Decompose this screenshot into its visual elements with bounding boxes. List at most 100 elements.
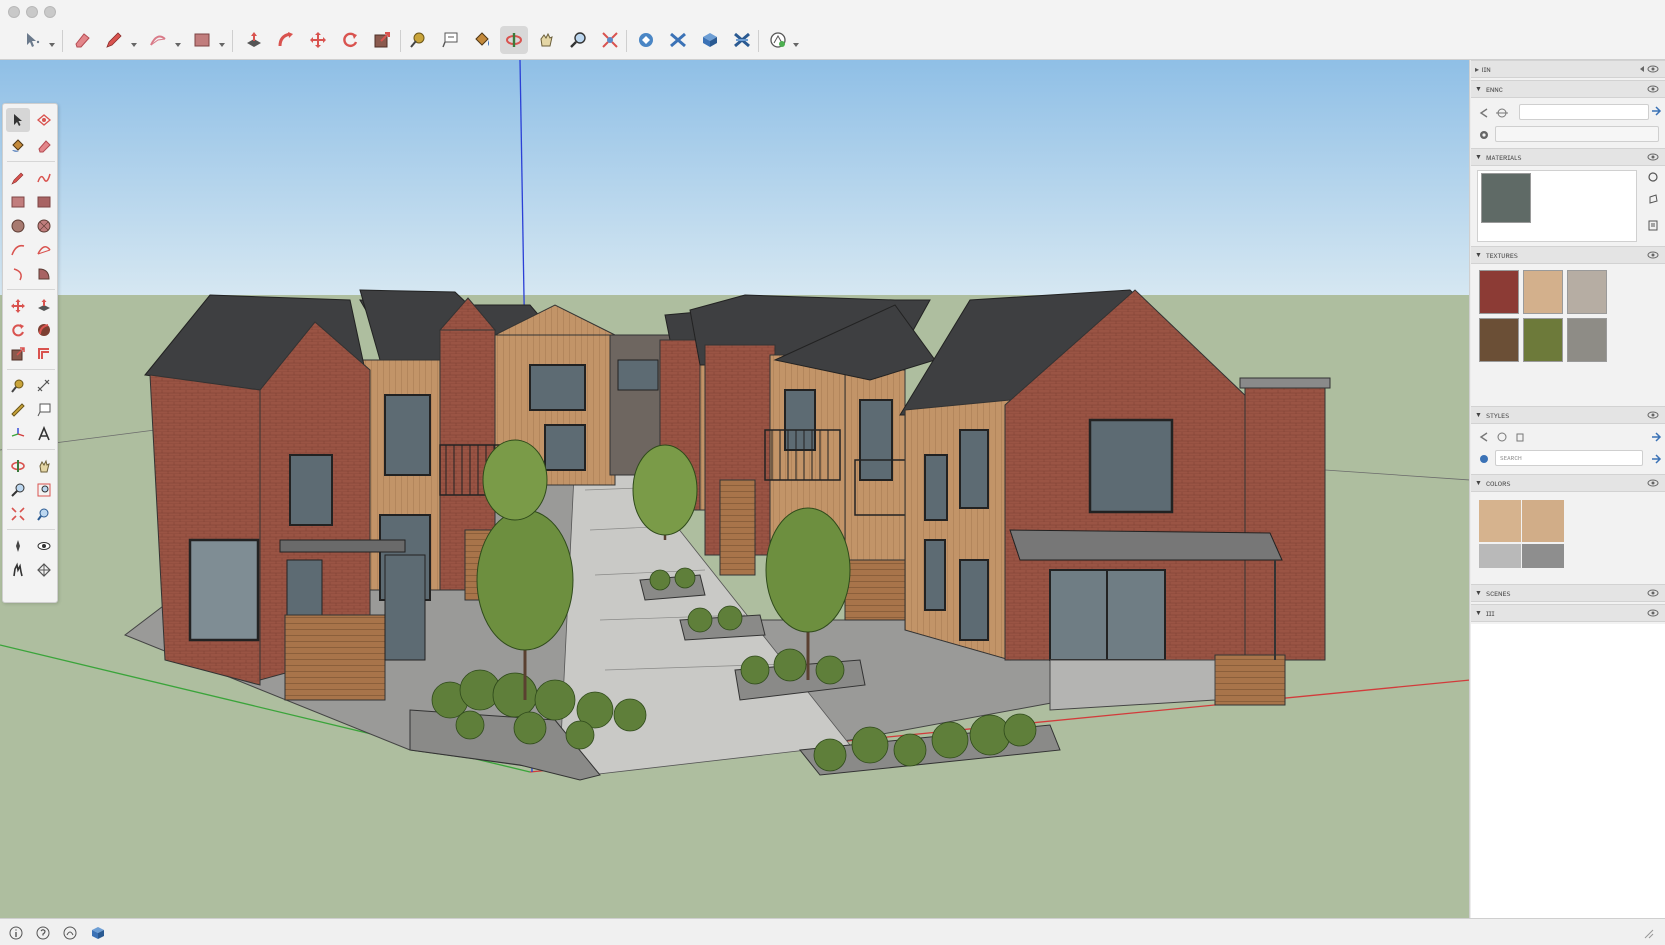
- move-tool[interactable]: [304, 26, 332, 54]
- palette-freehand-tool[interactable]: [32, 166, 56, 190]
- palette-3d-text-tool[interactable]: [32, 422, 56, 446]
- styles-panel-header[interactable]: ▼ ꜱᴛʏʟᴇꜱ: [1471, 406, 1665, 424]
- palette-pan-tool[interactable]: [32, 454, 56, 478]
- eraser-tool[interactable]: [68, 26, 96, 54]
- materials-panel-header[interactable]: ▼ ᴍᴀᴛᴇʀɪᴀʟꜱ: [1471, 148, 1665, 166]
- palette-dimension-tool[interactable]: [32, 374, 56, 398]
- palette-rectangle-tool[interactable]: [6, 190, 30, 214]
- palette-axes-tool[interactable]: [6, 422, 30, 446]
- select-tool[interactable]: [18, 26, 46, 54]
- palette-protractor-tool[interactable]: [6, 398, 30, 422]
- palette-two-point-arc-tool[interactable]: [32, 238, 56, 262]
- rotate-tool[interactable]: [336, 26, 364, 54]
- material-swatch[interactable]: [1523, 318, 1563, 362]
- palette-paint-bucket-tool[interactable]: [6, 134, 30, 158]
- palette-zoom-extents-tool[interactable]: [6, 502, 30, 526]
- zoom-tool[interactable]: [564, 26, 592, 54]
- palette-pie-tool[interactable]: [32, 262, 56, 286]
- rectangle-dropdown-chevron-icon[interactable]: [218, 36, 226, 47]
- palette-rotated-rectangle-tool[interactable]: [32, 190, 56, 214]
- info-icon[interactable]: [8, 925, 24, 941]
- follow-me-tool[interactable]: [272, 26, 300, 54]
- material-swatch[interactable]: [1479, 270, 1519, 314]
- entity-info-eye-icon[interactable]: [1647, 84, 1659, 96]
- rectangle-tool[interactable]: [188, 26, 216, 54]
- color-swatch[interactable]: [1479, 500, 1521, 542]
- styles-forward-icon[interactable]: [1495, 430, 1509, 444]
- current-material-swatch[interactable]: [1481, 173, 1531, 223]
- zoom-window-button[interactable]: [44, 6, 56, 18]
- palette-orbit-tool[interactable]: [6, 454, 30, 478]
- help-icon[interactable]: [35, 925, 51, 941]
- materials-eye-icon[interactable]: [1647, 152, 1659, 164]
- model-icon[interactable]: [90, 925, 106, 941]
- palette-move-tool[interactable]: [6, 294, 30, 318]
- colors-eye-icon[interactable]: [1647, 478, 1659, 490]
- palette-text-tool[interactable]: [32, 398, 56, 422]
- palette-scale-tool[interactable]: [6, 342, 30, 366]
- entity-info-panel-header[interactable]: ▼ ᴇɴɴᴄ: [1471, 80, 1665, 98]
- resize-grip-icon[interactable]: [1640, 925, 1656, 941]
- geolocation-dropdown-chevron-icon[interactable]: [792, 36, 800, 47]
- styles-home-icon[interactable]: [1477, 452, 1491, 466]
- color-swatch[interactable]: [1522, 544, 1564, 568]
- entity-name-field[interactable]: [1519, 104, 1649, 120]
- palette-offset-tool[interactable]: [32, 342, 56, 366]
- target-icon[interactable]: [1495, 106, 1509, 120]
- material-swatch[interactable]: [1567, 270, 1607, 314]
- palette-polygon-tool[interactable]: [32, 214, 56, 238]
- pencil-tool[interactable]: [100, 26, 128, 54]
- sample-paint-icon[interactable]: [1646, 170, 1660, 184]
- tray-visibility-eye-icon[interactable]: [1647, 64, 1659, 76]
- color-swatch[interactable]: [1479, 544, 1521, 568]
- townhouse-scene[interactable]: [0, 60, 1470, 918]
- material-edit-icon[interactable]: [1646, 192, 1660, 206]
- textures-panel-header[interactable]: ▼ ᴛᴇxᴛᴜʀᴇꜱ: [1471, 246, 1665, 264]
- palette-look-around-tool[interactable]: [32, 534, 56, 558]
- entity-layer-field[interactable]: [1495, 126, 1659, 142]
- palette-tape-measure-tool[interactable]: [6, 374, 30, 398]
- palette-push-pull-tool[interactable]: [32, 294, 56, 318]
- palette-position-camera-tool[interactable]: [6, 534, 30, 558]
- arc-dropdown-chevron-icon[interactable]: [174, 36, 182, 47]
- zoom-extents-tool[interactable]: [596, 26, 624, 54]
- styles-details-icon[interactable]: [1649, 430, 1663, 444]
- layers-panel-header[interactable]: ▼ ɪɪɪ: [1471, 604, 1665, 622]
- palette-zoom-window-tool[interactable]: [32, 478, 56, 502]
- entity-action-icon[interactable]: [1649, 104, 1663, 118]
- palette-rotate-tool[interactable]: [6, 318, 30, 342]
- palette-component-tool[interactable]: [32, 108, 56, 132]
- pan-tool[interactable]: [532, 26, 560, 54]
- palette-zoom-tool[interactable]: [6, 478, 30, 502]
- extension-manager-tool[interactable]: [728, 26, 756, 54]
- material-details-icon[interactable]: [1646, 218, 1660, 232]
- settings-gear-icon[interactable]: [1477, 128, 1491, 142]
- select-dropdown-chevron-icon[interactable]: [48, 36, 56, 47]
- palette-section-plane-tool[interactable]: [32, 558, 56, 582]
- palette-arc-tool[interactable]: [6, 238, 30, 262]
- styles-search-go-icon[interactable]: [1649, 452, 1663, 466]
- credit-icon[interactable]: [62, 925, 78, 941]
- orbit-tool[interactable]: [500, 26, 528, 54]
- paint-bucket-tool[interactable]: [468, 26, 496, 54]
- material-swatch[interactable]: [1479, 318, 1519, 362]
- styles-search-field[interactable]: ꜱᴇᴀʀᴄʜ: [1495, 450, 1643, 466]
- palette-line-tool[interactable]: [6, 166, 30, 190]
- textures-eye-icon[interactable]: [1647, 250, 1659, 262]
- layout-tool[interactable]: [696, 26, 724, 54]
- palette-eraser-tool[interactable]: [32, 134, 56, 158]
- palette-walk-tool[interactable]: [6, 558, 30, 582]
- styles-back-icon[interactable]: [1477, 430, 1491, 444]
- minimize-window-button[interactable]: [26, 6, 38, 18]
- palette-previous-view-tool[interactable]: [32, 502, 56, 526]
- back-arrow-icon[interactable]: [1477, 106, 1491, 120]
- scenes-panel-header[interactable]: ▼ ꜱᴄᴇɴᴇꜱ: [1471, 584, 1665, 602]
- scale-tool[interactable]: [368, 26, 396, 54]
- colors-panel-header[interactable]: ▼ ᴄᴏʟᴏʀꜱ: [1471, 474, 1665, 492]
- layers-eye-icon[interactable]: [1647, 608, 1659, 620]
- collapse-tray-icon[interactable]: [1637, 64, 1647, 76]
- palette-circle-tool[interactable]: [6, 214, 30, 238]
- material-swatch[interactable]: [1523, 270, 1563, 314]
- pencil-dropdown-chevron-icon[interactable]: [130, 36, 138, 47]
- material-swatch[interactable]: [1567, 318, 1607, 362]
